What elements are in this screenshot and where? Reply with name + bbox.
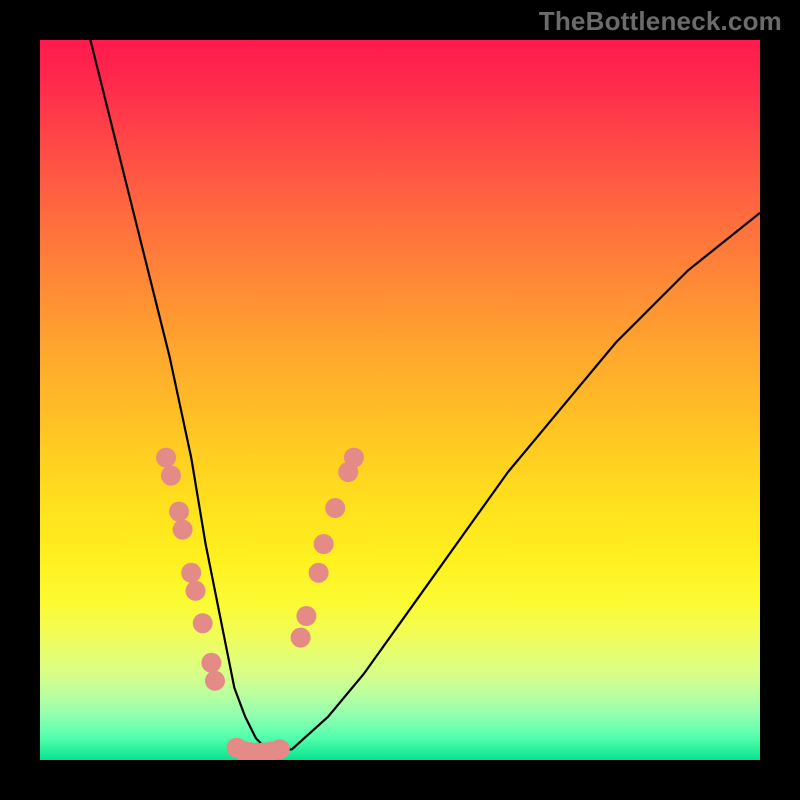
data-point-bead [169, 502, 189, 522]
chart-svg [40, 40, 760, 760]
chart-frame: TheBottleneck.com [0, 0, 800, 800]
data-point-bead [270, 739, 290, 759]
data-point-bead [156, 448, 176, 468]
data-point-bead [193, 613, 213, 633]
data-point-bead [181, 563, 201, 583]
plot-area [40, 40, 760, 760]
v-curve-path [90, 40, 760, 753]
data-point-bead [314, 534, 334, 554]
data-point-bead [344, 448, 364, 468]
watermark-text: TheBottleneck.com [539, 6, 782, 37]
data-point-bead [173, 520, 193, 540]
data-point-bead [161, 466, 181, 486]
data-point-bead [201, 653, 221, 673]
data-point-bead [296, 606, 316, 626]
data-point-bead [205, 671, 225, 691]
data-point-bead [325, 498, 345, 518]
data-point-bead [309, 563, 329, 583]
beads-left-group [156, 448, 225, 691]
data-point-bead [291, 628, 311, 648]
data-point-bead [186, 581, 206, 601]
beads-right-group [291, 448, 364, 648]
